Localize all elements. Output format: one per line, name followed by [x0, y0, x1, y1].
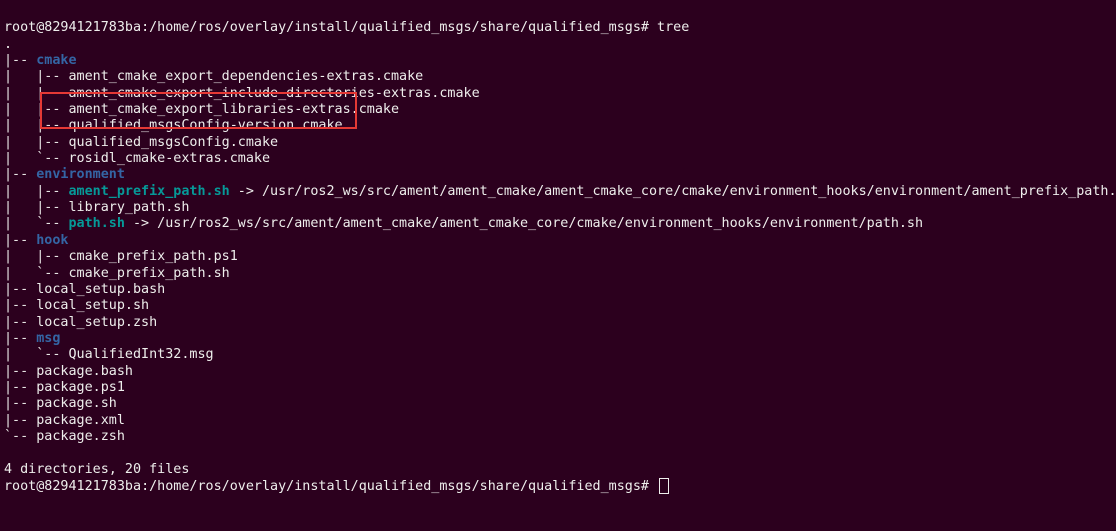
tree-branch: |--	[36, 86, 68, 101]
prompt-line-1: root@8294121783ba:/home/ros/overlay/inst…	[4, 20, 689, 35]
prompt-command: tree	[649, 20, 689, 35]
tree-branch: |--	[4, 282, 36, 297]
file: QualifiedInt32.msg	[69, 347, 214, 362]
tree-branch: |--	[36, 69, 68, 84]
tree-branch: |--	[36, 118, 68, 133]
file: package.sh	[36, 396, 117, 411]
prompt-path: :/home/ros/overlay/install/qualified_msg…	[141, 20, 649, 35]
file: package.zsh	[36, 429, 125, 444]
prompt-user-host: root@8294121783ba	[4, 479, 141, 494]
file: cmake_prefix_path.sh	[69, 266, 230, 281]
tree-branch: `--	[4, 429, 36, 444]
tree-branch: |--	[4, 167, 36, 182]
tree-branch: |--	[36, 184, 68, 199]
tree-branch: |--	[4, 396, 36, 411]
file: local_setup.sh	[36, 298, 149, 313]
terminal-output: root@8294121783ba:/home/ros/overlay/inst…	[0, 0, 1116, 499]
symlink-name: path.sh	[69, 216, 125, 231]
tree-branch: |	[4, 69, 36, 84]
tree-branch: |	[4, 347, 36, 362]
prompt-path: :/home/ros/overlay/install/qualified_msg…	[141, 479, 649, 494]
tree-branch: |	[4, 200, 36, 215]
tree-branch: |--	[4, 315, 36, 330]
file: package.bash	[36, 364, 133, 379]
file: local_setup.zsh	[36, 315, 157, 330]
tree-branch: |--	[4, 413, 36, 428]
tree-branch: |--	[36, 200, 68, 215]
tree-branch: |	[4, 249, 36, 264]
tree-branch: |	[4, 102, 36, 117]
tree-branch: |--	[36, 249, 68, 264]
tree-branch: |--	[4, 331, 36, 346]
file: cmake_prefix_path.ps1	[69, 249, 238, 264]
tree-branch: |	[4, 184, 36, 199]
dir-hook: hook	[36, 233, 68, 248]
file: ament_cmake_export_dependencies-extras.c…	[69, 69, 424, 84]
file: rosidl_cmake-extras.cmake	[69, 151, 271, 166]
file: library_path.sh	[69, 200, 190, 215]
tree-branch: `--	[36, 151, 68, 166]
tree-branch: |--	[36, 135, 68, 150]
terminal-cursor[interactable]	[659, 478, 669, 494]
prompt-line-2[interactable]: root@8294121783ba:/home/ros/overlay/inst…	[4, 479, 669, 494]
tree-branch: `--	[36, 266, 68, 281]
dir-msg: msg	[36, 331, 60, 346]
prompt-user-host: root@8294121783ba	[4, 20, 141, 35]
symlink-target: -> /usr/ros2_ws/src/ament/ament_cmake/am…	[125, 216, 923, 231]
file-highlighted: qualified_msgsConfig-version.cmake	[69, 118, 343, 133]
symlink-name: ament_prefix_path.sh	[69, 184, 230, 199]
file: ament_cmake_export_libraries-extras.cmak…	[69, 102, 400, 117]
file: package.xml	[36, 413, 125, 428]
tree-branch: |	[4, 266, 36, 281]
file-highlighted: qualified_msgsConfig.cmake	[69, 135, 279, 150]
file: ament_cmake_export_include_directories-e…	[69, 86, 480, 101]
tree-branch: |--	[4, 233, 36, 248]
tree-branch: |	[4, 86, 36, 101]
tree-branch: |--	[4, 53, 36, 68]
symlink-target: -> /usr/ros2_ws/src/ament/ament_cmake/am…	[230, 184, 1116, 199]
tree-branch: `--	[36, 216, 68, 231]
file: local_setup.bash	[36, 282, 165, 297]
tree-branch: |	[4, 135, 36, 150]
tree-root-dot: .	[4, 37, 12, 52]
file: package.ps1	[36, 380, 125, 395]
dir-environment: environment	[36, 167, 125, 182]
tree-branch: |--	[4, 380, 36, 395]
dir-cmake: cmake	[36, 53, 76, 68]
tree-branch: |--	[36, 102, 68, 117]
tree-branch: |--	[4, 364, 36, 379]
tree-branch: |	[4, 118, 36, 133]
tree-branch: |--	[4, 298, 36, 313]
tree-branch: `--	[36, 347, 68, 362]
tree-branch: |	[4, 151, 36, 166]
tree-branch: |	[4, 216, 36, 231]
tree-summary: 4 directories, 20 files	[4, 462, 189, 477]
